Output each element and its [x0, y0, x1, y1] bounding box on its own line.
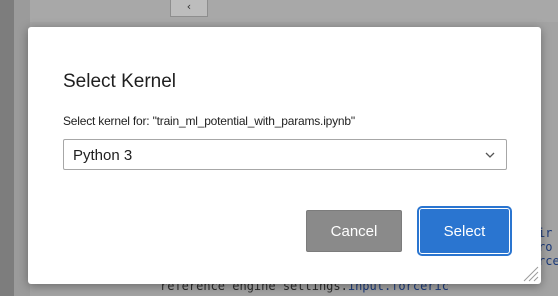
resize-grip-icon[interactable]	[521, 264, 539, 282]
background-left-strip	[0, 0, 14, 296]
background-toolbar: ‹	[30, 0, 558, 23]
kernel-select-label: Select kernel for: "train_ml_potential_w…	[63, 114, 355, 128]
kernel-select-value: Python 3	[73, 147, 133, 164]
cancel-button[interactable]: Cancel	[306, 210, 402, 252]
chevron-down-icon	[485, 152, 495, 158]
dialog-title: Select Kernel	[63, 71, 177, 92]
background-code-fragment: ir ro rce	[538, 226, 558, 268]
collapse-chevron-icon: ‹	[170, 0, 208, 17]
select-button[interactable]: Select	[417, 206, 512, 256]
kernel-select-dropdown[interactable]: Python 3	[63, 139, 507, 170]
select-kernel-dialog: Select Kernel Select kernel for: "train_…	[28, 27, 541, 284]
